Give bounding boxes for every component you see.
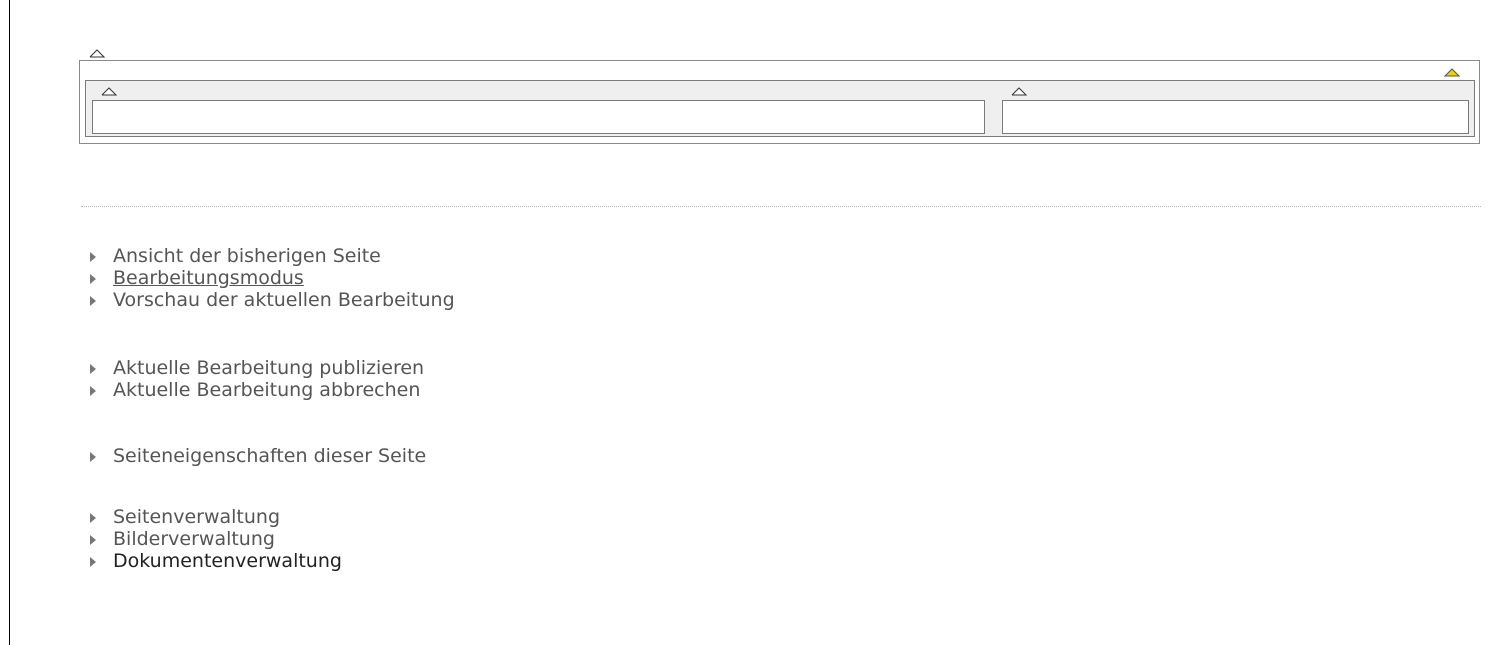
triangle-right-icon bbox=[90, 274, 96, 284]
menu-group-edit: Aktuelle Bearbeitung publizieren Aktuell… bbox=[88, 357, 424, 401]
menu-group-view: Ansicht der bisherigen Seite Bearbeitung… bbox=[88, 245, 455, 311]
triangle-right-icon bbox=[90, 452, 96, 462]
layout-container bbox=[79, 60, 1480, 144]
caret-up-icon[interactable] bbox=[89, 49, 105, 58]
menu-item-document-management[interactable]: Dokumentenverwaltung bbox=[88, 550, 342, 572]
menu-item-image-management[interactable]: Bilderverwaltung bbox=[88, 528, 342, 550]
triangle-right-icon bbox=[90, 557, 96, 567]
window-left-border bbox=[9, 0, 10, 645]
menu-item-edit-mode[interactable]: Bearbeitungsmodus bbox=[88, 267, 455, 289]
content-row bbox=[85, 80, 1475, 137]
caret-up-icon[interactable] bbox=[101, 87, 117, 96]
menu-item-publish[interactable]: Aktuelle Bearbeitung publizieren bbox=[88, 357, 424, 379]
menu-item-page-properties[interactable]: Seiteneigenschaften dieser Seite bbox=[88, 445, 426, 467]
triangle-right-icon bbox=[90, 296, 96, 306]
divider bbox=[81, 206, 1481, 207]
menu-group-properties: Seiteneigenschaften dieser Seite bbox=[88, 445, 426, 467]
menu-item-cancel-edit[interactable]: Aktuelle Bearbeitung abbrechen bbox=[88, 379, 424, 401]
content-area-right[interactable] bbox=[1002, 100, 1469, 134]
triangle-right-icon bbox=[90, 513, 96, 523]
page: Ansicht der bisherigen Seite Bearbeitung… bbox=[0, 0, 1504, 645]
menu-item-page-management[interactable]: Seitenverwaltung bbox=[88, 506, 342, 528]
menu-item-previous-page[interactable]: Ansicht der bisherigen Seite bbox=[88, 245, 455, 267]
warning-triangle-icon[interactable] bbox=[1444, 68, 1460, 77]
menu-item-preview[interactable]: Vorschau der aktuellen Bearbeitung bbox=[88, 289, 455, 311]
triangle-right-icon bbox=[90, 364, 96, 374]
triangle-right-icon bbox=[90, 386, 96, 396]
triangle-right-icon bbox=[90, 535, 96, 545]
caret-up-icon[interactable] bbox=[1011, 87, 1027, 96]
triangle-right-icon bbox=[90, 252, 96, 262]
content-area-left[interactable] bbox=[92, 100, 985, 134]
menu-group-admin: Seitenverwaltung Bilderverwaltung Dokume… bbox=[88, 506, 342, 572]
